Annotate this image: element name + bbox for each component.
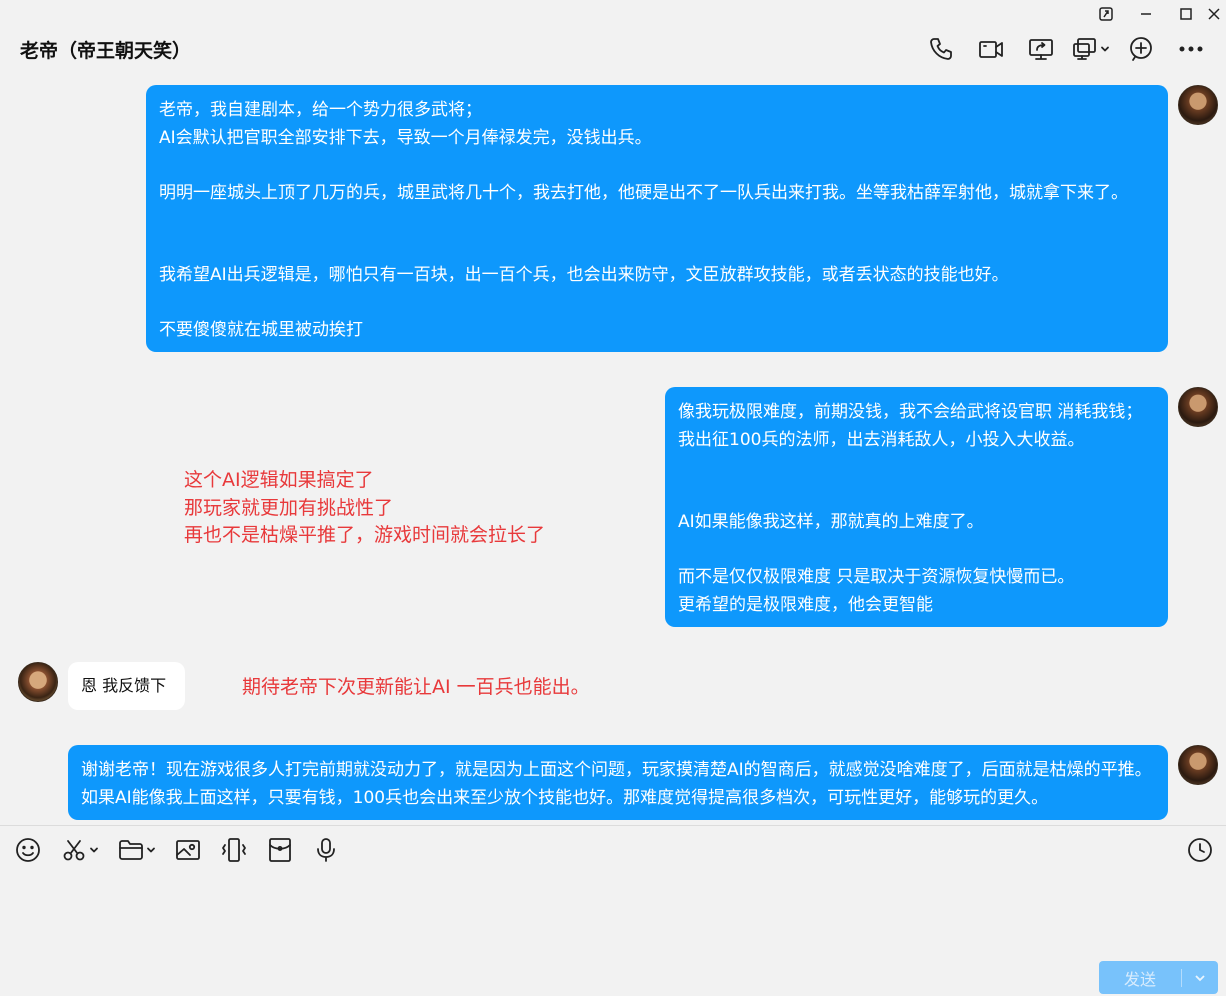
- message-bubble-self[interactable]: 像我玩极限难度，前期没钱，我不会给武将设官职 消耗我钱； 我出征100兵的法师，…: [665, 387, 1168, 627]
- avatar[interactable]: [1178, 85, 1218, 125]
- avatar[interactable]: [1178, 745, 1218, 785]
- pin-icon[interactable]: [1086, 4, 1126, 24]
- header-actions: [916, 34, 1216, 64]
- avatar[interactable]: [1178, 387, 1218, 427]
- avatar[interactable]: [18, 662, 58, 702]
- shake-icon[interactable]: [220, 834, 248, 866]
- send-button-group: 发送: [1099, 961, 1218, 994]
- history-clock-icon[interactable]: [1184, 834, 1216, 866]
- message-bubble-other[interactable]: 恩 我反馈下: [68, 662, 185, 710]
- image-icon[interactable]: [174, 834, 202, 866]
- chevron-down-icon[interactable]: [89, 845, 99, 855]
- more-icon[interactable]: [1166, 34, 1216, 64]
- chat-header: 老帝（帝王朝天笑）: [0, 24, 1226, 72]
- chevron-down-icon[interactable]: [146, 845, 156, 855]
- message-bubble-self[interactable]: 老帝，我自建剧本，给一个势力很多武将； AI会默认把官职全部安排下去，导致一个月…: [146, 85, 1168, 352]
- chevron-down-icon: [1101, 46, 1109, 52]
- send-button[interactable]: 发送: [1099, 966, 1181, 990]
- input-toolbar: [14, 834, 358, 866]
- screenshot-scissors-icon[interactable]: [60, 834, 99, 866]
- red-annotation: 期待老帝下次更新能让AI 一百兵也能出。: [242, 676, 590, 698]
- screen-share-icon[interactable]: [1016, 34, 1066, 64]
- video-icon[interactable]: [966, 34, 1016, 64]
- message-bubble-self[interactable]: 谢谢老帝！现在游戏很多人打完前期就没动力了，就是因为上面这个问题，玩家摸清楚AI…: [68, 745, 1168, 820]
- phone-icon[interactable]: [916, 34, 966, 64]
- add-member-icon[interactable]: [1116, 34, 1166, 64]
- remote-desktop-icon[interactable]: [1066, 34, 1116, 64]
- close-icon[interactable]: [1206, 4, 1226, 24]
- chevron-down-icon: [1195, 974, 1205, 981]
- red-annotation: 这个AI逻辑如果搞定了 那玩家就更加有挑战性了 再也不是枯燥平推了，游戏时间就会…: [184, 469, 546, 546]
- window-controls: [1086, 4, 1226, 24]
- red-packet-icon[interactable]: [266, 834, 294, 866]
- maximize-icon[interactable]: [1166, 4, 1206, 24]
- voice-mic-icon[interactable]: [312, 834, 340, 866]
- message-list[interactable]: 老帝，我自建剧本，给一个势力很多武将； AI会默认把官职全部安排下去，导致一个月…: [0, 72, 1226, 824]
- send-options-button[interactable]: [1182, 972, 1218, 984]
- minimize-icon[interactable]: [1126, 4, 1166, 24]
- divider: [0, 825, 1226, 826]
- chat-title[interactable]: 老帝（帝王朝天笑）: [20, 36, 191, 63]
- folder-icon[interactable]: [117, 834, 156, 866]
- message-input[interactable]: [0, 870, 1226, 956]
- emoji-icon[interactable]: [14, 834, 42, 866]
